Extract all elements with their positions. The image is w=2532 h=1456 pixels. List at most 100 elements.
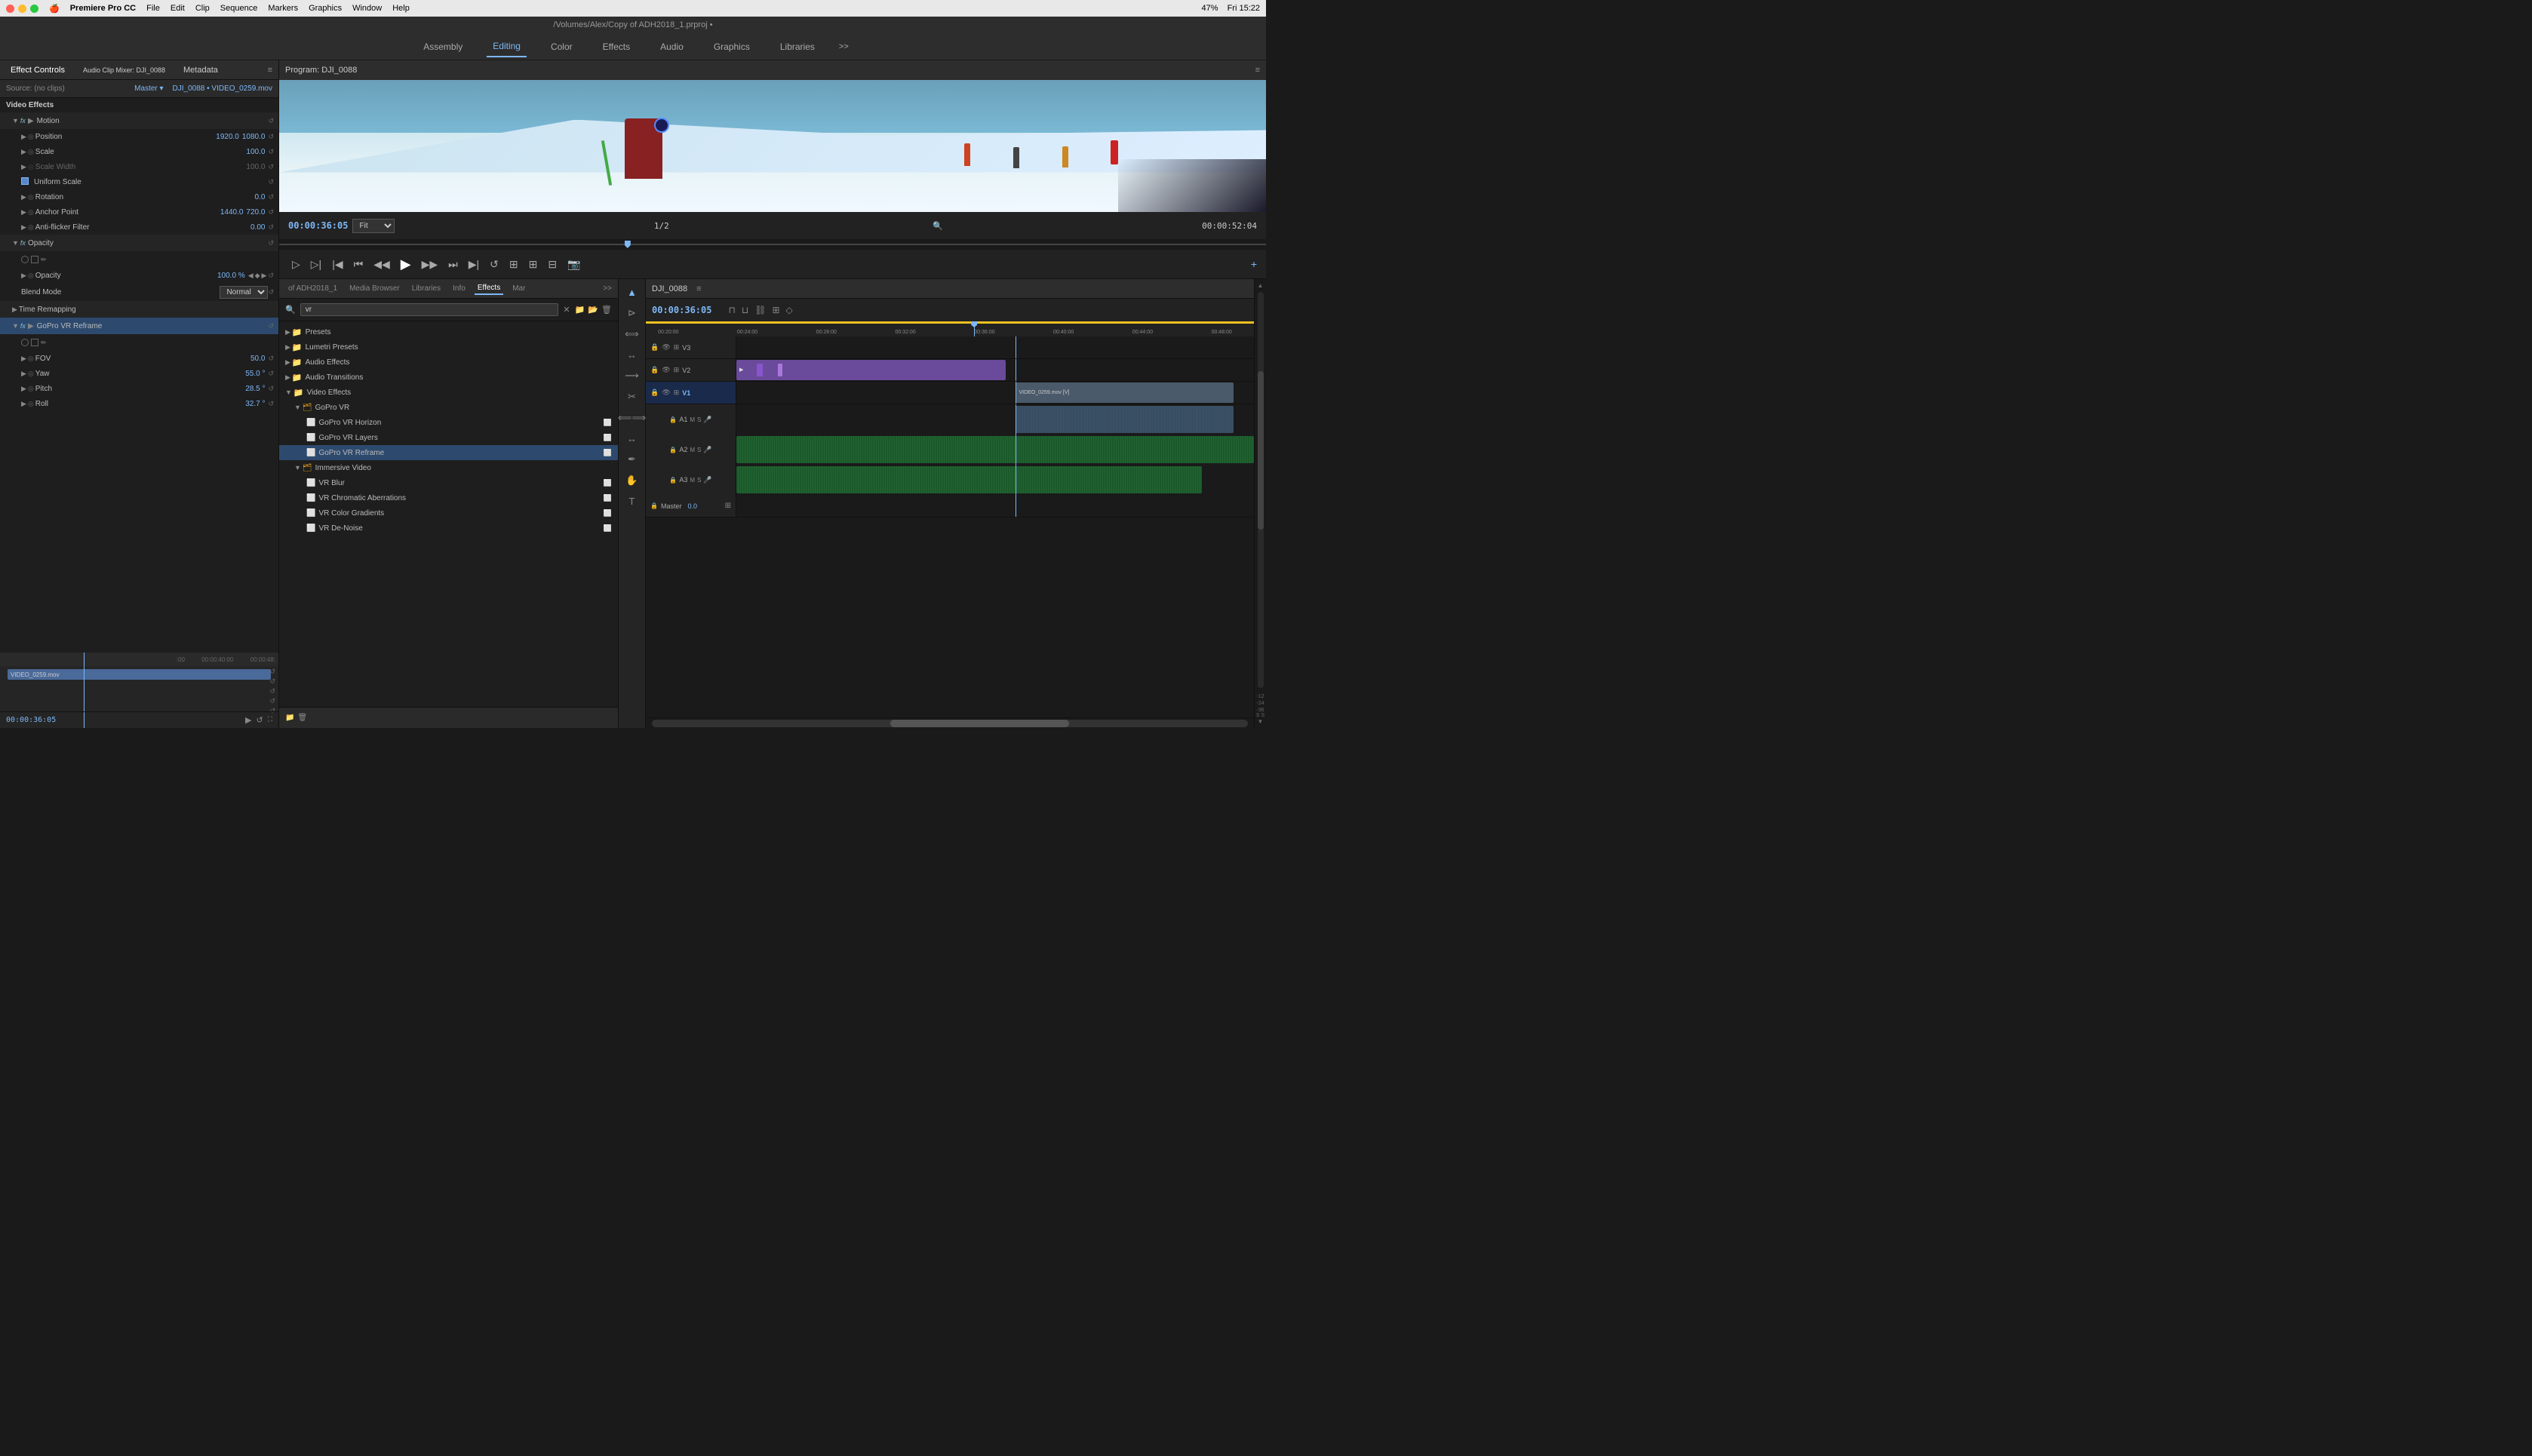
track-v2-content[interactable]: ▶ xyxy=(736,359,1254,381)
a1-clip[interactable] xyxy=(1016,406,1233,433)
tab-effect-controls[interactable]: Effect Controls xyxy=(6,64,69,76)
ec-expand-btn[interactable]: ⛶ xyxy=(268,715,272,725)
reset-scale-btn[interactable]: ↺ xyxy=(268,148,274,156)
tree-gopro-layers[interactable]: ⬜ GoPro VR Layers ⬜ xyxy=(279,430,618,445)
btn-play[interactable]: ▶ xyxy=(397,255,415,274)
menu-sequence[interactable]: Sequence xyxy=(220,4,258,13)
opacity-section[interactable]: ▼ fx Opacity ↺ xyxy=(0,235,278,251)
tab-graphics[interactable]: Graphics xyxy=(708,37,756,57)
btn-safe-margins[interactable]: ⊞ xyxy=(505,256,522,272)
anchor-point-row[interactable]: ▶ ◎ Anchor Point 1440.0 720.0 ↺ xyxy=(0,204,278,220)
time-remapping-section[interactable]: ▶ Time Remapping xyxy=(0,301,278,318)
pitch-row[interactable]: ▶ ◎ Pitch 28.5 ° ↺ xyxy=(0,381,278,396)
tab-project[interactable]: of ADH2018_1 xyxy=(285,283,340,294)
tab-info[interactable]: Info xyxy=(450,283,469,294)
reset-rotation-btn[interactable]: ↺ xyxy=(268,193,274,201)
master-label[interactable]: Master ▾ xyxy=(134,84,163,93)
menu-edit[interactable]: Edit xyxy=(171,4,185,13)
clip-v2-1[interactable]: ▶ xyxy=(736,360,1006,379)
a3-s-btn[interactable]: S xyxy=(697,477,701,484)
tab-color[interactable]: Color xyxy=(545,37,579,57)
tree-audio-transitions[interactable]: ▶ 📁 Audio Transitions xyxy=(279,370,618,385)
tl-keyframes-btn[interactable]: ◇ xyxy=(785,303,794,317)
blend-mode-select[interactable]: Normal Multiply Screen xyxy=(220,286,268,299)
tl-marker-btn[interactable]: ⊓ xyxy=(727,303,736,317)
reset-anti-flicker-btn[interactable]: ↺ xyxy=(268,223,274,232)
right-scroll-track[interactable] xyxy=(1258,292,1264,688)
effects-more-btn[interactable]: >> xyxy=(603,284,612,293)
reset-anchor-btn[interactable]: ↺ xyxy=(268,208,274,217)
tool-selection[interactable]: ▲ xyxy=(624,284,640,301)
tl-group-btn[interactable]: ⊞ xyxy=(770,303,781,317)
ec-loop-btn[interactable]: ↺ xyxy=(256,715,263,725)
tool-razor[interactable]: ✂ xyxy=(625,388,639,406)
reset-blend-mode-btn[interactable]: ↺ xyxy=(268,288,274,296)
tree-vr-blur[interactable]: ⬜ VR Blur ⬜ xyxy=(279,475,618,490)
btn-insert[interactable]: ⊞ xyxy=(525,256,542,272)
reset-scale-width-btn[interactable]: ↺ xyxy=(268,163,274,171)
anchor-x[interactable]: 1440.0 xyxy=(220,208,244,217)
tree-gopro-reframe[interactable]: ⬜ GoPro VR Reframe ⬜ xyxy=(279,445,618,460)
tree-vr-color-gradients[interactable]: ⬜ VR Color Gradients ⬜ xyxy=(279,505,618,521)
menu-markers[interactable]: Markers xyxy=(268,4,298,13)
tool-slip[interactable]: ⟸⟹ xyxy=(615,409,649,427)
tool-rolling-edit[interactable]: ↔ xyxy=(624,346,640,364)
zoom-icon[interactable]: 🔍 xyxy=(933,221,943,231)
rotation-row[interactable]: ▶ ◎ Rotation 0.0 ↺ xyxy=(0,189,278,204)
scrubber-head[interactable] xyxy=(625,241,631,248)
tool-ripple-edit[interactable]: ⟺ xyxy=(622,325,642,343)
a2-m-btn[interactable]: M xyxy=(690,447,695,453)
a2-s-btn[interactable]: S xyxy=(697,447,701,453)
reset-opacity-value-btn[interactable]: ↺ xyxy=(268,272,274,280)
reset-roll-btn[interactable]: ↺ xyxy=(268,400,274,408)
roll-value[interactable]: 32.7 ° xyxy=(245,400,265,408)
a3-clip[interactable] xyxy=(736,466,1202,493)
a3-m-btn[interactable]: M xyxy=(690,477,695,484)
track-a3-content[interactable] xyxy=(736,465,1254,495)
keyframe-right-icon[interactable]: ▶ xyxy=(262,272,267,280)
fov-row[interactable]: ▶ ◎ FOV 50.0 ↺ xyxy=(0,351,278,366)
tool-slide[interactable]: ↔ xyxy=(624,430,640,447)
position-row[interactable]: ▶ ◎ Position 1920.0 1080.0 ↺ xyxy=(0,129,278,144)
maximize-button[interactable] xyxy=(30,5,38,13)
scale-width-row[interactable]: ▶ ◎ Scale Width 100.0 ↺ xyxy=(0,159,278,174)
close-button[interactable] xyxy=(6,5,14,13)
timeline-scrollbar[interactable] xyxy=(652,720,1248,727)
btn-add-marker[interactable]: + xyxy=(1251,258,1257,270)
blend-mode-row[interactable]: Blend Mode Normal Multiply Screen ↺ xyxy=(0,283,278,301)
a3-mic-icon[interactable]: 🎤 xyxy=(703,476,711,484)
tool-rate-stretch[interactable]: ⟿ xyxy=(622,367,642,385)
track-a1-content[interactable] xyxy=(736,404,1254,435)
reset-yaw-btn[interactable]: ↺ xyxy=(268,370,274,378)
opacity-value[interactable]: 100.0 % xyxy=(217,272,245,280)
tab-editing[interactable]: Editing xyxy=(487,36,527,57)
keyframe-diamond-icon[interactable]: ◆ xyxy=(255,272,260,280)
menu-window[interactable]: Window xyxy=(352,4,382,13)
btn-loop[interactable]: ↺ xyxy=(486,256,502,272)
tree-presets[interactable]: ▶ 📁 Presets xyxy=(279,324,618,339)
tab-media-browser[interactable]: Media Browser xyxy=(346,283,403,294)
btn-go-to-in[interactable]: |◀ xyxy=(328,256,346,272)
tree-lumetri-presets[interactable]: ▶ 📁 Lumetri Presets xyxy=(279,339,618,355)
tool-type[interactable]: T xyxy=(626,493,638,510)
timeline-hamburger[interactable]: ≡ xyxy=(696,284,701,293)
v3-lock-icon[interactable]: 🔒 xyxy=(650,343,659,352)
anti-flicker-value[interactable]: 0.00 xyxy=(250,223,265,232)
keyframe-left-icon[interactable]: ◀ xyxy=(248,272,254,280)
uniform-scale-checkbox[interactable] xyxy=(21,177,31,187)
tree-audio-effects[interactable]: ▶ 📁 Audio Effects xyxy=(279,355,618,370)
btn-go-to-out[interactable]: ▶| xyxy=(465,256,483,272)
tab-audio-clip-mixer[interactable]: Audio Clip Mixer: DJI_0088 xyxy=(78,65,170,75)
tool-hand[interactable]: ✋ xyxy=(622,472,641,490)
track-a2-content[interactable] xyxy=(736,435,1254,465)
anchor-y[interactable]: 720.0 xyxy=(246,208,265,217)
pitch-value[interactable]: 28.5 ° xyxy=(245,385,265,393)
yaw-value[interactable]: 55.0 ° xyxy=(245,370,265,378)
v1-audio-icon[interactable]: ⊞ xyxy=(674,389,680,397)
monitor-scrubber[interactable] xyxy=(279,239,1266,250)
reset-uniform-scale-btn[interactable]: ↺ xyxy=(268,178,274,186)
a1-m-btn[interactable]: M xyxy=(690,416,695,423)
tab-mar[interactable]: Mar xyxy=(509,283,528,294)
menu-help[interactable]: Help xyxy=(392,4,410,13)
search-clear-btn[interactable]: ✕ xyxy=(563,305,570,315)
